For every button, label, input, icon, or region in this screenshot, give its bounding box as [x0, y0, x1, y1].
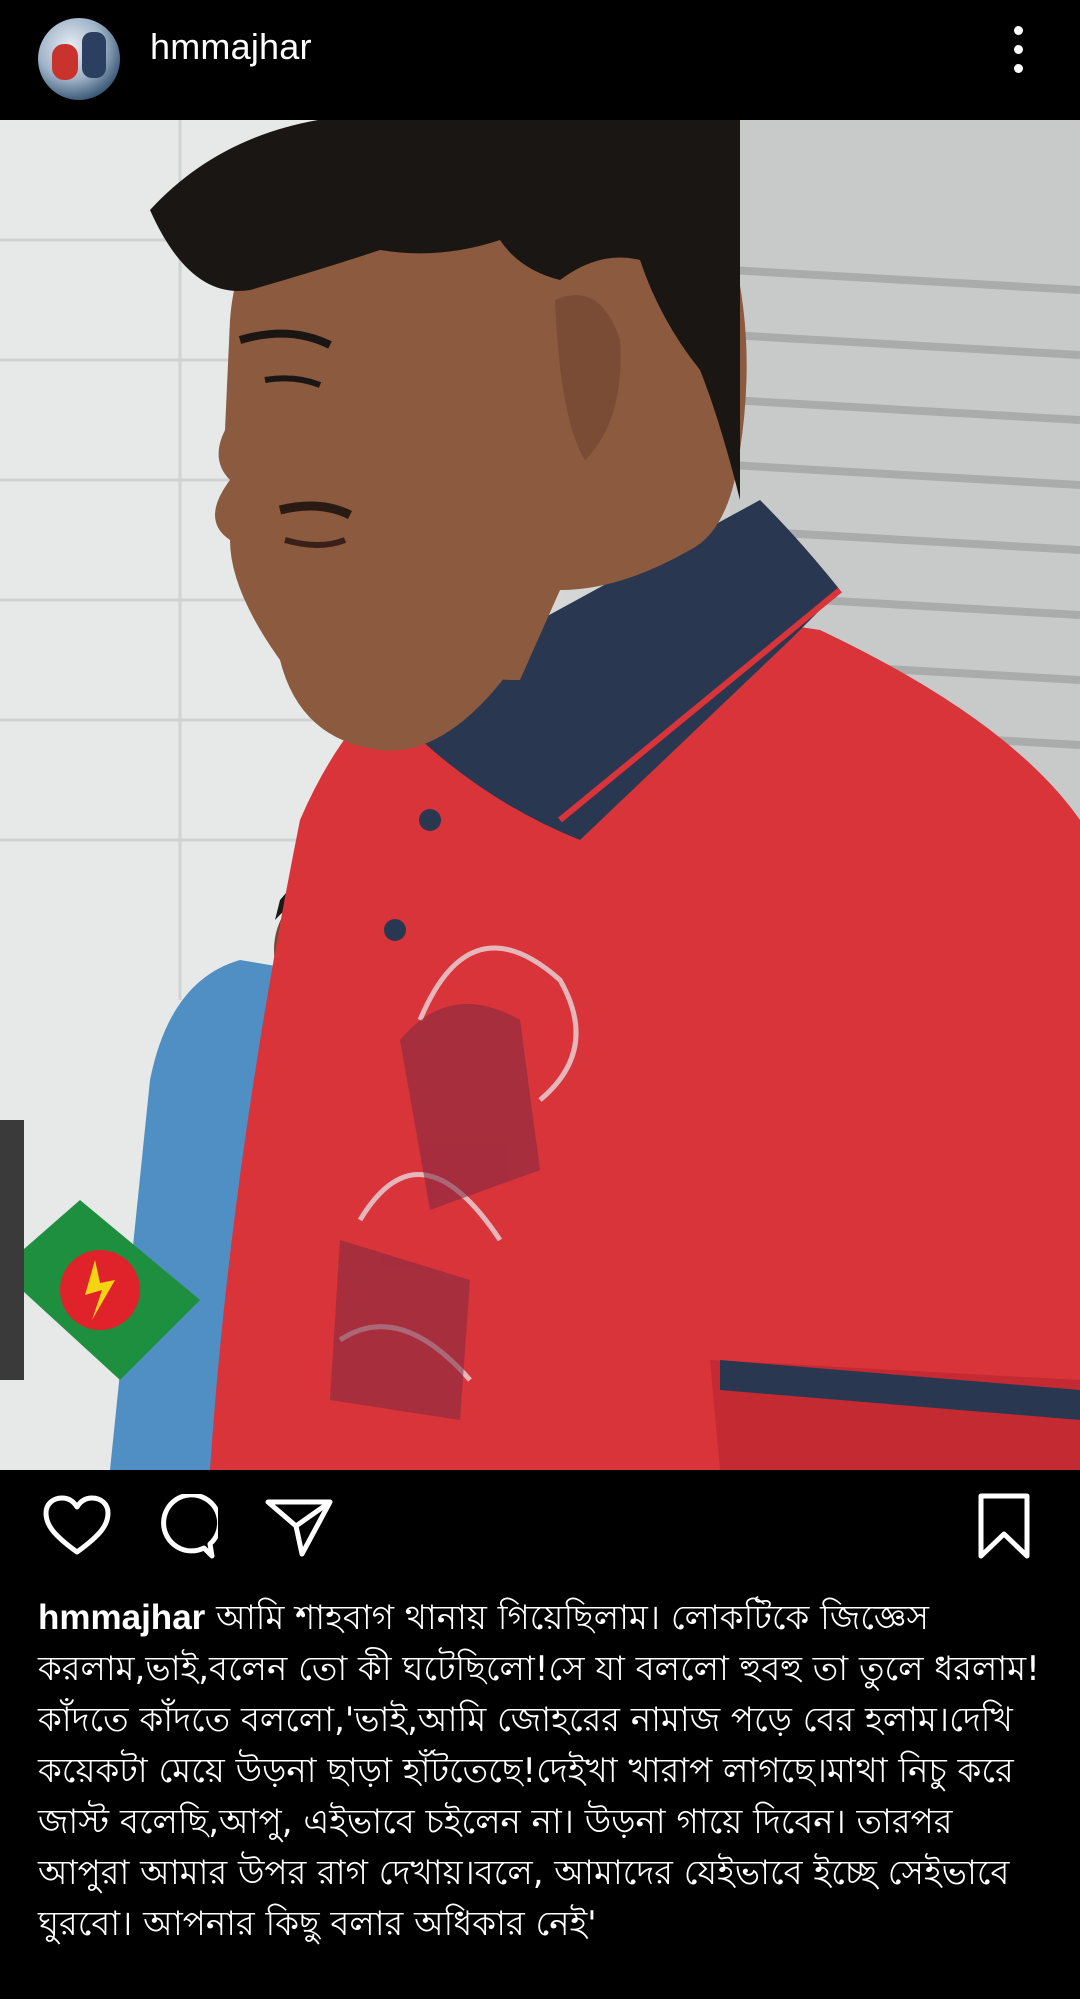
comment-icon[interactable] — [152, 1492, 223, 1560]
avatar[interactable] — [38, 18, 120, 100]
more-options-icon[interactable] — [1000, 22, 1036, 78]
avatar-shape-blue — [82, 32, 106, 78]
caption-username[interactable]: hmmajhar — [38, 1598, 205, 1637]
post-header: hmmajhar — [0, 0, 1080, 120]
like-heart-icon[interactable] — [42, 1494, 112, 1558]
caption-text: আমি শাহবাগ থানায় গিয়েছিলাম। লোকটিকে জি… — [38, 1598, 1040, 1944]
bookmark-save-icon[interactable] — [976, 1492, 1032, 1560]
post-username[interactable]: hmmajhar — [150, 26, 312, 68]
avatar-shape-red — [52, 44, 78, 80]
post-caption: hmmajhar আমি শাহবাগ থানায় গিয়েছিলাম। ল… — [38, 1592, 1048, 1950]
post-photo-illustration — [0, 120, 1080, 1470]
post-photo[interactable] — [0, 120, 1080, 1470]
share-send-icon[interactable] — [264, 1494, 334, 1558]
post-actions-bar — [0, 1470, 1080, 1600]
